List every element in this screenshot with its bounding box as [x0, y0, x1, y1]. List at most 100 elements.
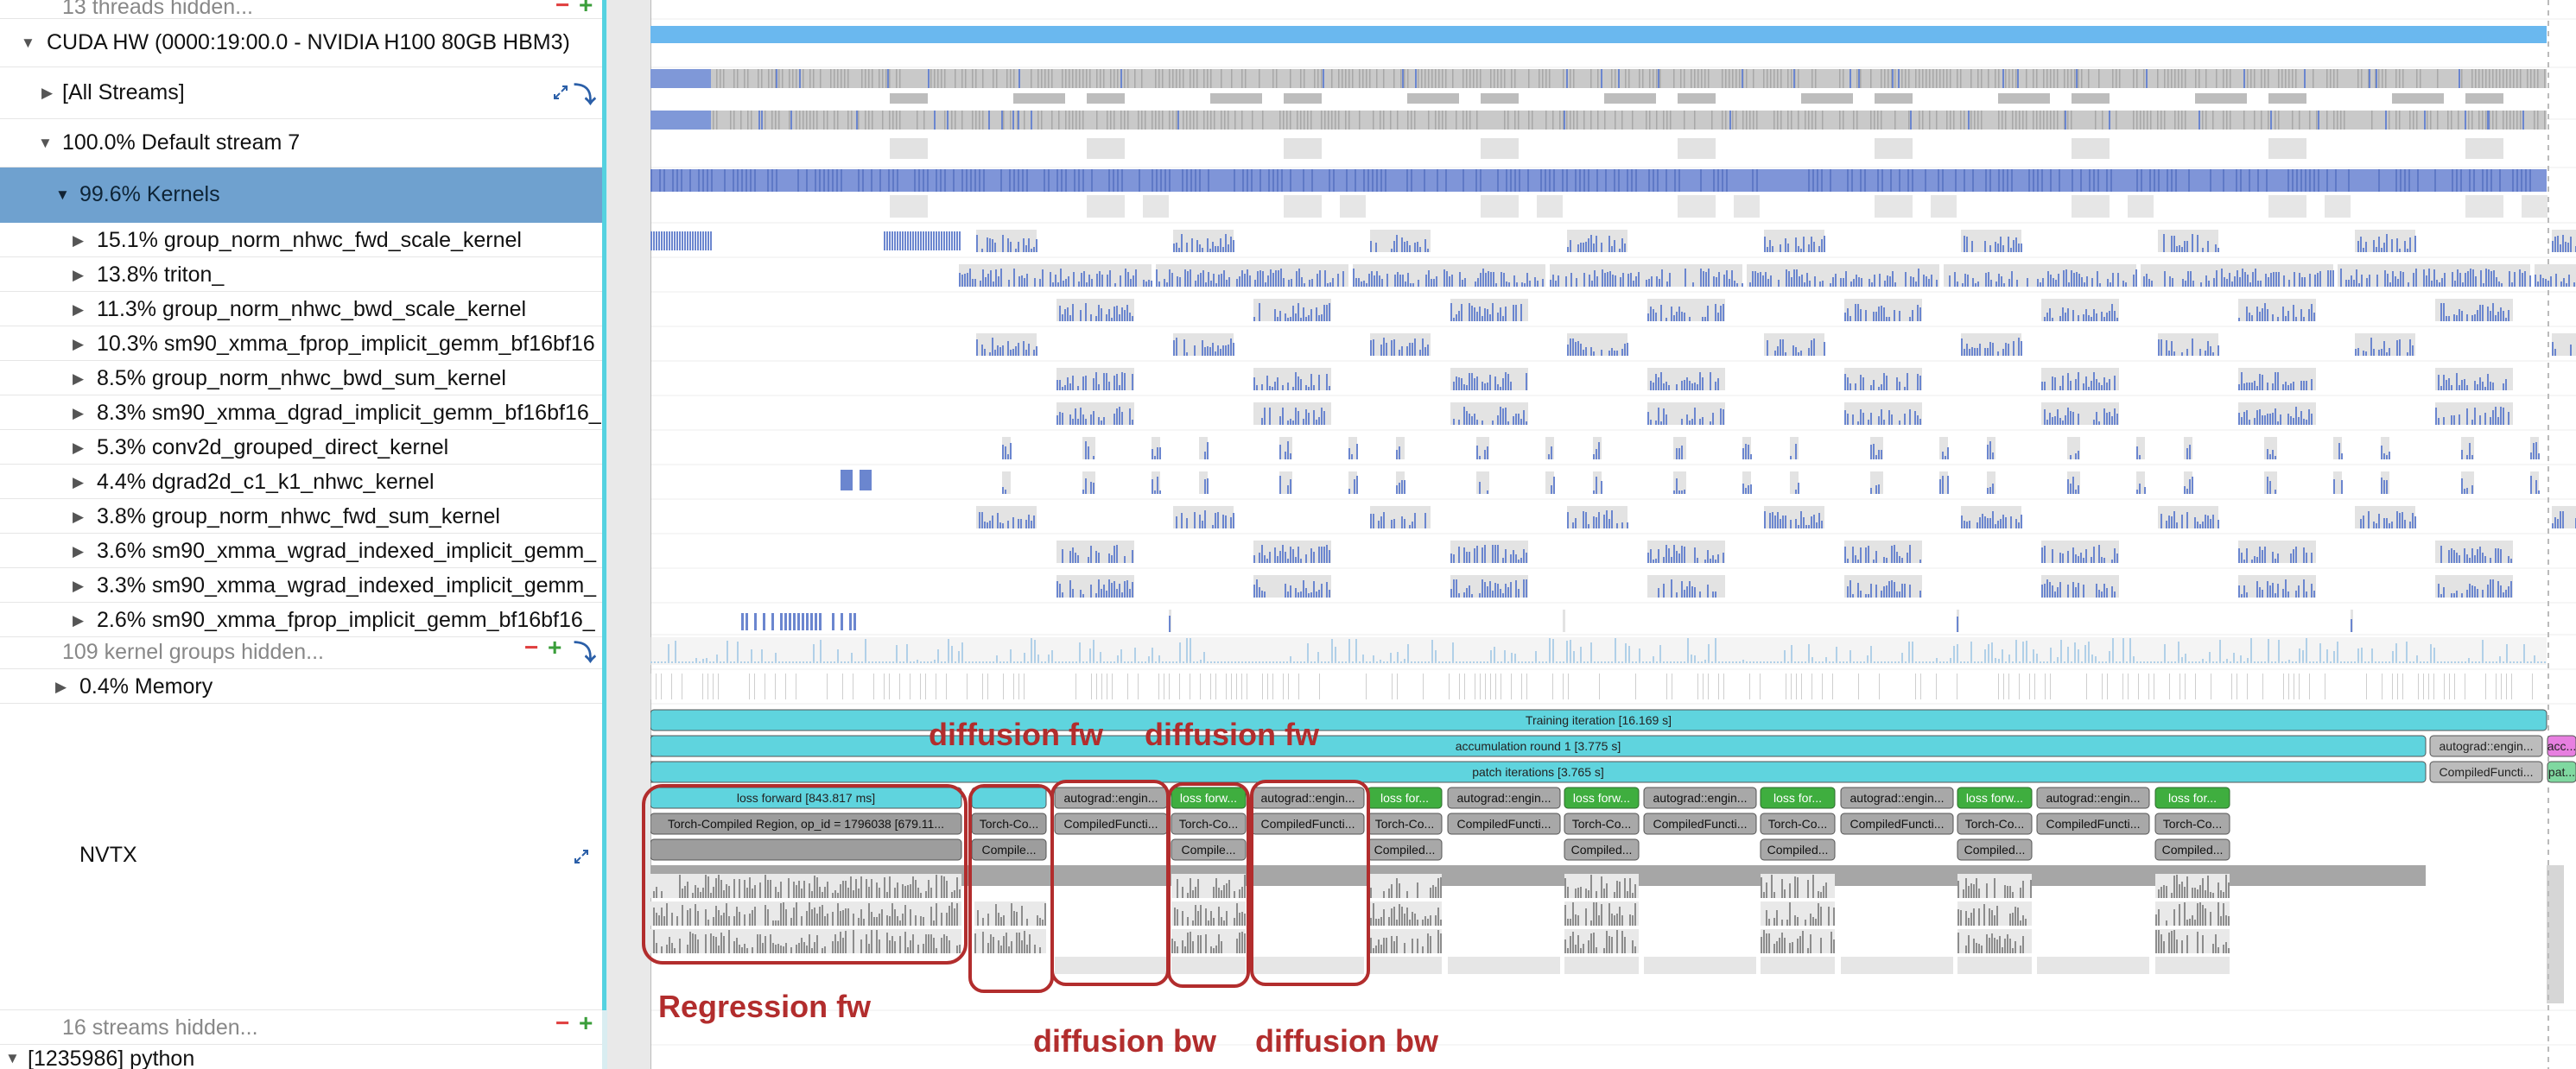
- kernel-gap: [1678, 195, 1716, 218]
- kernels-row[interactable]: ▼ 99.6% Kernels: [0, 168, 602, 223]
- chevron-right-icon[interactable]: ▶: [41, 85, 53, 102]
- default-stream-activity-tick: [1003, 111, 1005, 130]
- chevron-down-icon[interactable]: ▼: [38, 135, 53, 152]
- kernel-tick: [1545, 169, 1546, 192]
- chevron-right-icon[interactable]: ▶: [73, 509, 84, 526]
- chevron-right-icon[interactable]: ▶: [73, 405, 84, 422]
- kernel-row[interactable]: ▶ 3.3% sm90_xmma_wgrad_indexed_implicit_g…: [0, 568, 602, 603]
- kernel-bar: [1624, 344, 1626, 356]
- kernel-row[interactable]: ▶ 8.3% sm90_xmma_dgrad_implicit_gemm_bf16…: [0, 395, 602, 430]
- default-stream-activity-tick: [2202, 111, 2204, 130]
- kernel-row[interactable]: ▶ 3.6% sm90_xmma_wgrad_indexed_implicit_g…: [0, 534, 602, 568]
- kernel-bar: [2299, 273, 2300, 287]
- python-process-row[interactable]: ▼ [1235986] python: [0, 1045, 602, 1069]
- kernel-bar: [658, 231, 660, 250]
- default-stream-activity-tick: [955, 111, 956, 130]
- kernel-row[interactable]: ▶ 3.8% group_norm_nhwc_fwd_sum_kernel: [0, 499, 602, 534]
- default-stream-activity-tick: [2326, 111, 2328, 130]
- expand-plus-icon[interactable]: +: [579, 1010, 593, 1037]
- chevron-right-icon[interactable]: ▶: [73, 440, 84, 457]
- collapse-minus-icon[interactable]: −: [555, 0, 569, 18]
- nvtx-hist: [700, 892, 701, 898]
- kernel-bar: [1209, 347, 1211, 356]
- kernel-bar: [1653, 309, 1654, 321]
- default-stream-activity-tick: [1456, 111, 1457, 130]
- chevron-right-icon[interactable]: ▶: [73, 336, 84, 353]
- memory-tick: [889, 674, 890, 699]
- all-streams-activity-tick: [1780, 69, 1782, 88]
- expand-diagonal-icon[interactable]: [553, 85, 568, 100]
- nvtx-row[interactable]: NVTX: [0, 704, 602, 1010]
- nvtx-hist: [1174, 941, 1176, 953]
- all-streams-row[interactable]: ▶ [All Streams] ⤵: [0, 67, 602, 119]
- nvtx-hist: [1039, 918, 1041, 926]
- gpu-row[interactable]: ▼ CUDA HW (0000:19:00.0 - NVIDIA H100 80…: [0, 19, 602, 67]
- pin-arrow-icon[interactable]: ⤵: [574, 78, 596, 110]
- kernel-row[interactable]: ▶ 4.4% dgrad2d_c1_k1_nhwc_kernel: [0, 465, 602, 499]
- kernel-row[interactable]: ▶ 10.3% sm90_xmma_fprop_implicit_gemm_bf1…: [0, 326, 602, 361]
- chevron-down-icon[interactable]: ▼: [55, 187, 70, 204]
- kernel-bar: [1785, 238, 1786, 252]
- nvtx-hist: [785, 943, 787, 953]
- expand-plus-icon[interactable]: +: [548, 635, 562, 661]
- default-stream-activity-blue-tick: [790, 111, 792, 130]
- chevron-right-icon[interactable]: ▶: [73, 474, 84, 491]
- kernel-bar: [2246, 307, 2248, 321]
- kernel-bar: [2386, 455, 2388, 459]
- chevron-right-icon[interactable]: ▶: [73, 232, 84, 250]
- chevron-right-icon[interactable]: ▶: [73, 612, 84, 629]
- streams-hidden-row[interactable]: 16 streams hidden... − +: [0, 1010, 602, 1045]
- kernel-bar: [1464, 278, 1466, 287]
- kernel-bar: [2552, 241, 2554, 252]
- chevron-right-icon[interactable]: ▶: [73, 543, 84, 560]
- nvtx-hist: [1973, 939, 1975, 953]
- kernel-groups-hidden-row[interactable]: 109 kernel groups hidden... − + ⤵: [0, 635, 602, 669]
- kernel-bar: [1254, 280, 1256, 287]
- kernel-bar: [1875, 455, 1877, 459]
- kernel-bar: [1471, 594, 1473, 598]
- nvtx-hist: [801, 916, 803, 926]
- kernel-bar: [1321, 408, 1323, 425]
- kernel-bar: [2256, 307, 2258, 321]
- kernel-row[interactable]: ▶ 5.3% conv2d_grouped_direct_kernel: [0, 430, 602, 465]
- threads-hidden-row[interactable]: 13 threads hidden... − +: [0, 0, 602, 19]
- kernel-bar: [1593, 516, 1595, 528]
- chevron-down-icon[interactable]: ▼: [21, 35, 35, 52]
- expand-plus-icon[interactable]: +: [579, 0, 593, 18]
- chevron-right-icon[interactable]: ▶: [73, 301, 84, 319]
- timeline-view[interactable]: Training iteration [16.169 s]aut...accum…: [650, 0, 2576, 1069]
- kernel-row[interactable]: ▶ 15.1% group_norm_nhwc_fwd_scale_kernel: [0, 223, 602, 257]
- default-stream-activity-blue-tick: [2385, 111, 2387, 130]
- chevron-right-icon[interactable]: ▶: [73, 267, 84, 284]
- kernel-row[interactable]: ▶ 13.8% triton_: [0, 257, 602, 292]
- kernel-bar: [1018, 276, 1020, 287]
- expand-diagonal-icon[interactable]: [574, 849, 589, 864]
- pin-arrow-icon[interactable]: ⤵: [574, 636, 596, 667]
- all-streams-activity-tick: [2492, 69, 2494, 88]
- nvtx-hist: [1968, 886, 1970, 898]
- collapse-minus-icon[interactable]: −: [555, 1010, 569, 1037]
- all-streams-activity-tick: [2295, 69, 2297, 88]
- kernel-bar: [1414, 243, 1416, 252]
- kernel-bar: [1274, 547, 1276, 563]
- kernel-tick: [2080, 169, 2082, 192]
- memory-tick: [1075, 674, 1076, 699]
- kernel-row[interactable]: ▶ 11.3% group_norm_nhwc_bwd_scale_kernel: [0, 292, 602, 326]
- memory-row[interactable]: ▶ 0.4% Memory: [0, 669, 602, 704]
- nvtx-hist: [879, 888, 880, 898]
- kernel-bar: [2103, 408, 2105, 425]
- default-stream-row[interactable]: ▼ 100.0% Default stream 7: [0, 119, 602, 168]
- kernel-bar: [938, 231, 940, 250]
- kernel-bar: [1852, 414, 1854, 425]
- chevron-right-icon[interactable]: ▶: [55, 679, 67, 696]
- chevron-right-icon[interactable]: ▶: [73, 578, 84, 595]
- kernel-bar: [964, 274, 966, 287]
- kernel-bar: [1264, 555, 1266, 563]
- collapse-minus-icon[interactable]: −: [524, 635, 538, 661]
- kernel-row[interactable]: ▶ 2.6% sm90_xmma_fprop_implicit_gemm_bf16…: [0, 603, 602, 637]
- kernel-row[interactable]: ▶ 8.5% group_norm_nhwc_bwd_sum_kernel: [0, 361, 602, 395]
- chevron-down-icon[interactable]: ▼: [5, 1050, 20, 1067]
- kernel-bar: [1967, 275, 1969, 287]
- chevron-right-icon[interactable]: ▶: [73, 370, 84, 388]
- kernel-bar: [1116, 545, 1118, 563]
